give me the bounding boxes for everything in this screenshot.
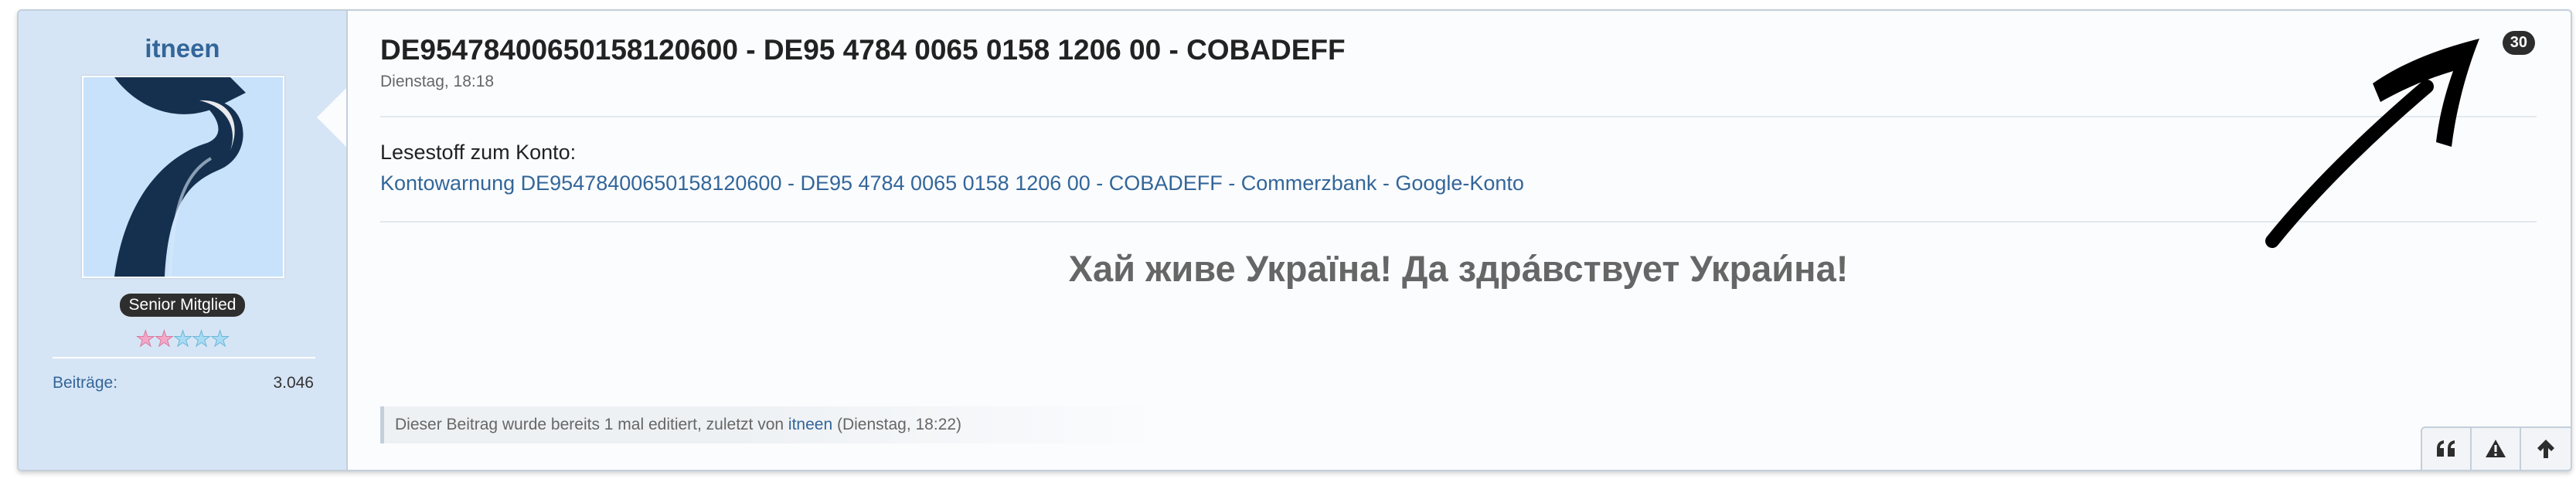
scroll-top-button[interactable] (2521, 428, 2571, 470)
author-avatar[interactable] (82, 76, 284, 278)
body-divider (380, 221, 2537, 223)
warning-icon (2486, 440, 2506, 457)
post-headline: Хай живе Україна! Да здра́вствует Украи́… (1068, 248, 1849, 289)
reading-label: Lesestoff zum Konto: (380, 141, 577, 164)
post-content: DE95478400650158120600 - DE95 4784 0065 … (346, 11, 2571, 470)
post-actions (2421, 426, 2571, 470)
edit-note-suffix: (Dienstag, 18:22) (832, 416, 962, 433)
report-button[interactable] (2472, 428, 2521, 470)
star-icon: ★ (154, 327, 174, 352)
quote-button[interactable] (2422, 428, 2472, 470)
quote-icon (2437, 440, 2455, 457)
speech-pointer (317, 88, 346, 147)
star-icon: ★ (192, 327, 212, 352)
post-date[interactable]: Dienstag, 18:18 (380, 73, 494, 91)
edit-note-user-link[interactable]: itneen (788, 416, 832, 433)
star-icon: ★ (172, 327, 192, 352)
posts-count-value: 3.046 (273, 374, 314, 392)
reading-link[interactable]: Kontowarnung DE95478400650158120600 - DE… (380, 172, 1524, 195)
arrow-up-icon (2537, 440, 2554, 458)
post-container: itneen Senior Mitglied ★★★★★ Beiträge: 3… (17, 9, 2572, 471)
edit-note: Dieser Beitrag wurde bereits 1 mal editi… (380, 406, 1169, 443)
star-icon: ★ (210, 327, 230, 352)
author-sidebar: itneen Senior Mitglied ★★★★★ Beiträge: 3… (19, 11, 348, 470)
user-rank: Senior Mitglied (19, 294, 346, 317)
posts-count-label[interactable]: Beiträge: (53, 374, 117, 392)
sidebar-divider (53, 357, 315, 358)
post-title: DE95478400650158120600 - DE95 4784 0065 … (380, 34, 1346, 66)
star-icon: ★ (135, 327, 155, 352)
annotation-arrow (2265, 39, 2479, 248)
rank-badge: Senior Mitglied (119, 294, 246, 317)
rank-stars: ★★★★★ (19, 326, 346, 352)
edit-note-prefix: Dieser Beitrag wurde bereits 1 mal editi… (395, 416, 788, 433)
author-username-link[interactable]: itneen (19, 34, 346, 63)
header-divider (380, 116, 2537, 117)
post-counter-badge[interactable]: 30 (2502, 31, 2535, 55)
avatar-image (83, 77, 283, 277)
